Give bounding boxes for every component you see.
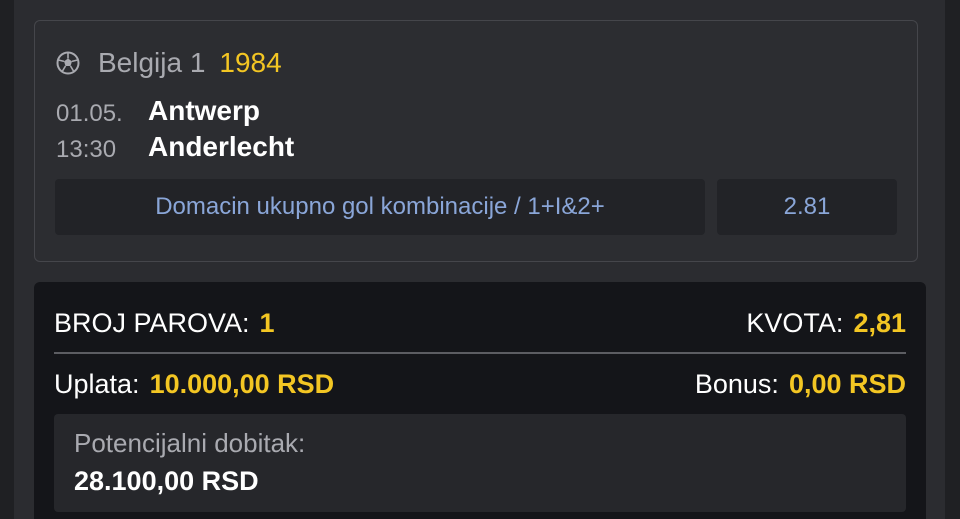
stake: Uplata: 10.000,00 RSD: [54, 369, 334, 400]
league-name: Belgija 1: [98, 47, 206, 78]
potential-win-value: 28.100,00 RSD: [74, 466, 259, 496]
potential-win-box: Potencijalni dobitak: 28.100,00 RSD: [54, 414, 906, 512]
match-teams: Antwerp Anderlecht: [148, 93, 294, 165]
left-edge: [0, 0, 14, 519]
bet-label: Domacin ukupno gol kombinacije / 1+I&2+: [155, 193, 605, 220]
pairs-label: BROJ PAROVA:: [54, 307, 250, 338]
bet-selection[interactable]: Domacin ukupno gol kombinacije / 1+I&2+: [55, 179, 705, 235]
away-team: Anderlecht: [148, 131, 295, 162]
odds-label: KVOTA:: [746, 307, 844, 338]
total-odds: KVOTA: 2,81: [746, 308, 906, 339]
league-code: 1984: [219, 47, 282, 78]
bet-odd: 2.81: [783, 193, 831, 220]
ticket-summary: BROJ PAROVA: 1 KVOTA: 2,81 Uplata: 10.000,0…: [34, 282, 926, 519]
stake-value: 10.000,00 RSD: [149, 368, 335, 399]
bonus-label: Bonus:: [694, 368, 779, 399]
stake-label: Uplata:: [54, 368, 140, 399]
bonus-value: 0,00 RSD: [788, 368, 906, 399]
summary-divider: [54, 352, 906, 354]
right-edge: [945, 0, 960, 519]
match-date: 01.05.: [56, 100, 123, 127]
home-team: Antwerp: [148, 95, 260, 126]
potential-win-label: Potencijalni dobitak:: [74, 428, 306, 458]
soccer-ball-icon: [56, 51, 80, 75]
match-datetime: 01.05. 13:30: [56, 96, 123, 168]
summary-row-pairs-odds: BROJ PAROVA: 1 KVOTA: 2,81: [54, 306, 906, 340]
bonus: Bonus: 0,00 RSD: [695, 369, 906, 400]
bet-odd-button[interactable]: 2.81: [717, 179, 897, 235]
pairs-count: BROJ PAROVA: 1: [54, 308, 275, 339]
summary-row-stake-bonus: Uplata: 10.000,00 RSD Bonus: 0,00 RSD: [54, 367, 906, 401]
match-time: 13:30: [56, 136, 117, 163]
league-row: Belgija 1 1984: [56, 46, 282, 80]
pairs-value: 1: [259, 307, 275, 338]
match-card: Belgija 1 1984 01.05. 13:30 Antwerp Ande…: [34, 20, 918, 262]
odds-value: 2,81: [853, 307, 906, 338]
